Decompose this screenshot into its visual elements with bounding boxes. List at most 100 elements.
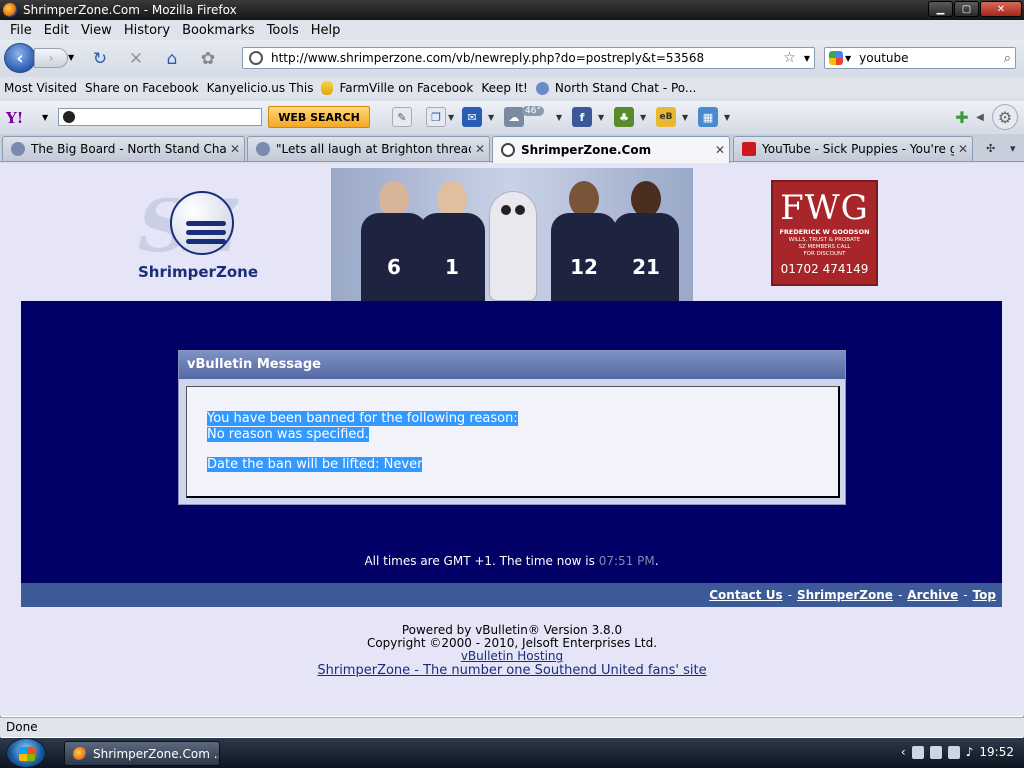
close-button[interactable]: ✕ bbox=[980, 1, 1022, 17]
tab-brighton-thread[interactable]: "Lets all laugh at Brighton thread" ... … bbox=[247, 136, 490, 161]
yahoo-dropdown-icon[interactable]: ▼ bbox=[42, 113, 48, 122]
current-time: 07:51 PM bbox=[598, 554, 655, 568]
menu-help[interactable]: Help bbox=[305, 23, 347, 38]
menu-edit[interactable]: Edit bbox=[38, 23, 75, 38]
url-text[interactable]: http://www.shrimperzone.com/vb/newreply.… bbox=[271, 51, 783, 65]
ad-title: FWG bbox=[780, 188, 869, 228]
weather-temperature: 46° bbox=[522, 106, 544, 116]
home-icon[interactable]: ⌂ bbox=[162, 49, 182, 69]
ad-phone: 01702 474149 bbox=[780, 262, 869, 276]
facebook-icon[interactable]: f bbox=[572, 107, 592, 127]
search-bar[interactable]: ▼ youtube ⌕ bbox=[824, 47, 1016, 69]
separator: - bbox=[787, 588, 792, 602]
forward-button[interactable]: › bbox=[34, 48, 68, 68]
weather-icon[interactable]: ☁ bbox=[504, 107, 524, 127]
list-all-tabs-icon[interactable]: ✣ bbox=[986, 142, 995, 155]
mail-icon[interactable]: ✉ bbox=[462, 107, 482, 127]
dropdown-icon[interactable]: ▼ bbox=[556, 113, 562, 122]
archive-link[interactable]: Archive bbox=[907, 588, 958, 602]
ad-name: FREDERICK W GOODSON bbox=[779, 228, 870, 236]
bookmark-farmville[interactable]: FarmVille on Facebook bbox=[321, 81, 473, 95]
search-icon bbox=[63, 111, 75, 123]
player-head bbox=[437, 181, 467, 217]
dropdown-icon[interactable]: ▼ bbox=[640, 113, 646, 122]
tab-close-icon[interactable]: ✕ bbox=[471, 142, 489, 156]
clock[interactable]: 19:52 bbox=[979, 745, 1014, 759]
url-bar[interactable]: http://www.shrimperzone.com/vb/newreply.… bbox=[242, 47, 815, 69]
menu-tools[interactable]: Tools bbox=[261, 23, 305, 38]
dropdown-icon[interactable]: ▼ bbox=[598, 113, 604, 122]
add-icon[interactable]: ✚ bbox=[952, 107, 972, 127]
football-icon bbox=[170, 191, 234, 255]
network-icon[interactable] bbox=[947, 745, 960, 759]
site-identity-icon[interactable] bbox=[249, 51, 263, 65]
taskbar-firefox-button[interactable]: ShrimperZone.Com ... bbox=[64, 741, 220, 766]
bookmark-north-stand-chat[interactable]: North Stand Chat - Po... bbox=[535, 81, 696, 95]
google-engine-icon[interactable] bbox=[829, 51, 843, 65]
window-controls: ▁ ▢ ✕ bbox=[928, 1, 1022, 17]
ebay-icon[interactable]: eB bbox=[656, 107, 676, 127]
maximize-button[interactable]: ▢ bbox=[954, 1, 979, 17]
web-search-button[interactable]: WEB SEARCH bbox=[268, 106, 370, 128]
logo-name: ShrimperZone bbox=[138, 263, 258, 281]
yahoo-logo[interactable]: Y! bbox=[6, 109, 23, 127]
shrimperzone-link[interactable]: ShrimperZone bbox=[797, 588, 893, 602]
bookmark-kanyelicious[interactable]: Kanyelicio.us This bbox=[0, 81, 1024, 768]
tab-shrimperzone[interactable]: ShrimperZone.Com ✕ bbox=[492, 136, 730, 163]
fwg-advert[interactable]: FWG FREDERICK W GOODSON WILLS, TRUST & P… bbox=[771, 180, 878, 286]
menu-history[interactable]: History bbox=[118, 23, 176, 38]
message-body: You have been banned for the following r… bbox=[186, 386, 840, 498]
engine-dropdown-icon[interactable]: ▼ bbox=[845, 54, 851, 63]
system-tray: ‹ ♪ 19:52 bbox=[901, 745, 1014, 759]
yahoo-search-input[interactable] bbox=[58, 108, 262, 126]
dropdown-icon[interactable]: ▼ bbox=[724, 113, 730, 122]
scroll-left-icon[interactable]: ◀ bbox=[970, 107, 990, 127]
tab-label: YouTube - Sick Puppies - You're g... bbox=[762, 142, 954, 156]
reload-icon[interactable]: ↻ bbox=[90, 49, 110, 69]
start-button[interactable] bbox=[6, 738, 46, 768]
menu-view[interactable]: View bbox=[75, 23, 118, 38]
bookmark-most-visited[interactable]: Most Visited bbox=[0, 81, 1024, 768]
stop-icon[interactable]: ✕ bbox=[126, 49, 146, 69]
url-dropdown-icon[interactable]: ▼ bbox=[804, 54, 810, 63]
bookmark-star-icon[interactable]: ☆ bbox=[783, 50, 796, 66]
contact-us-link[interactable]: Contact Us bbox=[709, 588, 782, 602]
tab-close-icon[interactable]: ✕ bbox=[226, 142, 244, 156]
tab-big-board[interactable]: The Big Board - North Stand Chat ✕ bbox=[2, 136, 245, 161]
addon-icon[interactable]: ✿ bbox=[198, 49, 218, 69]
player-figure: 1 bbox=[419, 181, 485, 301]
shopping-icon[interactable]: ▦ bbox=[698, 107, 718, 127]
tab-close-icon[interactable]: ✕ bbox=[711, 143, 729, 157]
ban-lift-date: Date the ban will be lifted: Never bbox=[207, 457, 423, 472]
shrimperzone-logo[interactable]: SZ ShrimperZone bbox=[130, 183, 270, 283]
player-head bbox=[379, 181, 409, 217]
dropdown-icon[interactable]: ▼ bbox=[488, 113, 494, 122]
tab-scroll-icon[interactable]: ▾ bbox=[1010, 142, 1016, 155]
back-button[interactable]: ‹ bbox=[4, 43, 36, 73]
minimize-button[interactable]: ▁ bbox=[928, 1, 953, 17]
site-tagline-link[interactable]: ShrimperZone - The number one Southend U… bbox=[317, 663, 706, 678]
bookmark-keep-it[interactable]: Keep It! bbox=[0, 81, 1024, 768]
volume-icon[interactable]: ♪ bbox=[966, 745, 974, 759]
menu-bookmarks[interactable]: Bookmarks bbox=[176, 23, 261, 38]
tray-expand-icon[interactable]: ‹ bbox=[901, 745, 906, 759]
message-title: vBulletin Message bbox=[179, 351, 845, 379]
search-input[interactable]: youtube bbox=[859, 51, 1004, 65]
tab-close-icon[interactable]: ✕ bbox=[954, 142, 972, 156]
notepad-icon[interactable]: ❐ bbox=[426, 107, 446, 127]
tab-youtube[interactable]: YouTube - Sick Puppies - You're g... ✕ bbox=[733, 136, 973, 161]
history-dropdown-icon[interactable]: ▼ bbox=[68, 53, 74, 62]
bookmark-share-facebook[interactable]: Share on Facebook bbox=[0, 81, 1024, 768]
bookmark-tool-icon[interactable]: ✎ bbox=[392, 107, 412, 127]
vbulletin-hosting-link[interactable]: vBulletin Hosting bbox=[461, 649, 563, 663]
battery-icon[interactable] bbox=[929, 745, 942, 759]
settings-gear-icon[interactable]: ⚙ bbox=[992, 104, 1018, 130]
search-icon[interactable]: ⌕ bbox=[1004, 51, 1011, 66]
dropdown-icon[interactable]: ▼ bbox=[682, 113, 688, 122]
games-icon[interactable]: ♣ bbox=[614, 107, 634, 127]
shirt-number: 12 bbox=[551, 213, 617, 301]
menu-file[interactable]: File bbox=[4, 23, 38, 38]
top-link[interactable]: Top bbox=[973, 588, 996, 602]
dropdown-icon[interactable]: ▼ bbox=[448, 113, 454, 122]
network-users-icon[interactable] bbox=[911, 745, 924, 759]
